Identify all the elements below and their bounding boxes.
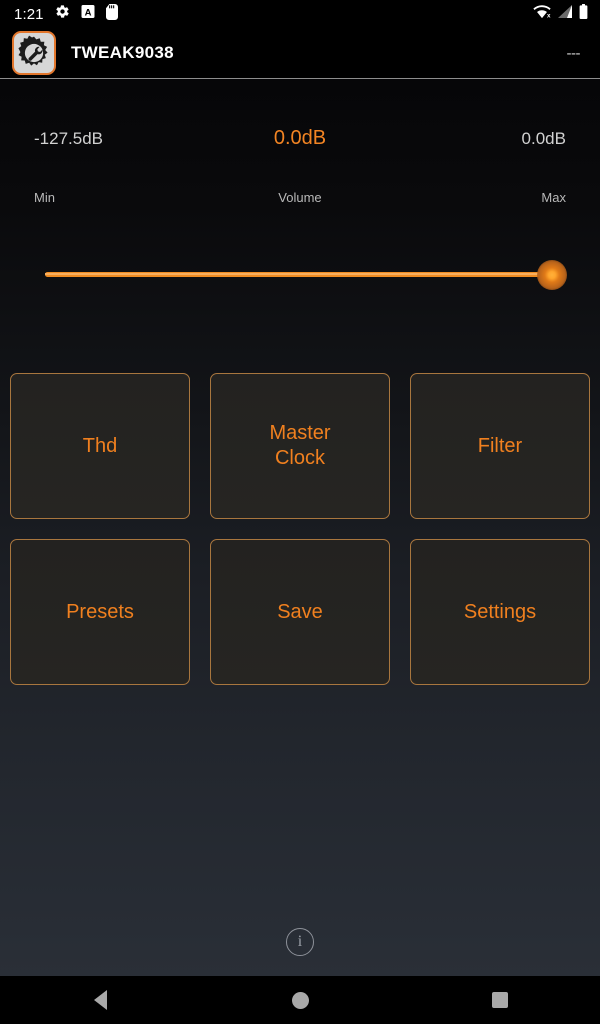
nav-home-button[interactable]: [200, 976, 400, 1024]
android-nav-bar: [0, 976, 600, 1024]
nav-back-button[interactable]: [0, 976, 200, 1024]
gear-wrench-icon: [12, 31, 56, 75]
status-bar-right: x: [533, 3, 588, 25]
tile-master-clock[interactable]: Master Clock: [210, 373, 390, 519]
recents-icon: [492, 992, 508, 1008]
home-icon: [291, 991, 309, 1009]
tile-label: Master Clock: [269, 422, 331, 469]
status-bar-left: 1:21 A: [14, 3, 118, 25]
svg-text:A: A: [84, 7, 91, 18]
volume-max-label: Max: [541, 190, 566, 205]
sd-card-icon: [105, 3, 118, 25]
app-bar: TWEAK9038 ---: [0, 28, 600, 78]
volume-center-label: Volume: [278, 190, 322, 205]
button-grid: Thd Master Clock Filter Presets Save Set…: [10, 373, 590, 685]
info-icon[interactable]: i: [286, 928, 314, 956]
info-glyph: i: [297, 932, 303, 950]
a-badge-icon: A: [81, 4, 95, 24]
back-icon: [93, 990, 107, 1010]
volume-label-row: Min Volume Max: [0, 190, 600, 205]
nav-recents-button[interactable]: [400, 976, 600, 1024]
tile-label: Save: [277, 600, 323, 623]
volume-slider-thumb[interactable]: [537, 260, 567, 290]
overflow-menu-button[interactable]: ---: [565, 40, 583, 67]
volume-value-row: -127.5dB 0.0dB 0.0dB: [0, 127, 600, 150]
tile-label: Presets: [66, 600, 134, 623]
tile-label: Settings: [463, 600, 537, 623]
volume-slider-track[interactable]: [45, 272, 555, 277]
volume-min-label: Min: [34, 190, 55, 205]
tile-settings[interactable]: Settings: [410, 539, 590, 685]
status-clock: 1:21: [14, 5, 44, 23]
tile-filter[interactable]: Filter: [410, 373, 590, 519]
main-content: -127.5dB 0.0dB 0.0dB Min Volume Max Thd …: [0, 79, 600, 976]
battery-icon: [579, 3, 588, 25]
gear-icon: [55, 4, 70, 24]
page-title: TWEAK9038: [71, 43, 174, 62]
status-bar: 1:21 A x: [0, 0, 600, 28]
volume-current-value: 0.0dB: [273, 127, 327, 149]
tile-label: Filter: [477, 434, 523, 457]
tile-label: Thd: [82, 434, 118, 457]
app-root: 1:21 A x TWEAK9038 --- -127.5dB 0.0dB 0.…: [0, 0, 600, 1024]
tile-thd[interactable]: Thd: [10, 373, 190, 519]
volume-slider[interactable]: [45, 257, 567, 293]
svg-text:x: x: [547, 13, 551, 19]
tile-presets[interactable]: Presets: [10, 539, 190, 685]
wifi-off-icon: x: [533, 4, 551, 24]
volume-min-value: -127.5dB: [34, 129, 103, 148]
cellular-signal-icon: [557, 4, 573, 24]
volume-max-value: 0.0dB: [521, 129, 566, 148]
tile-save[interactable]: Save: [210, 539, 390, 685]
